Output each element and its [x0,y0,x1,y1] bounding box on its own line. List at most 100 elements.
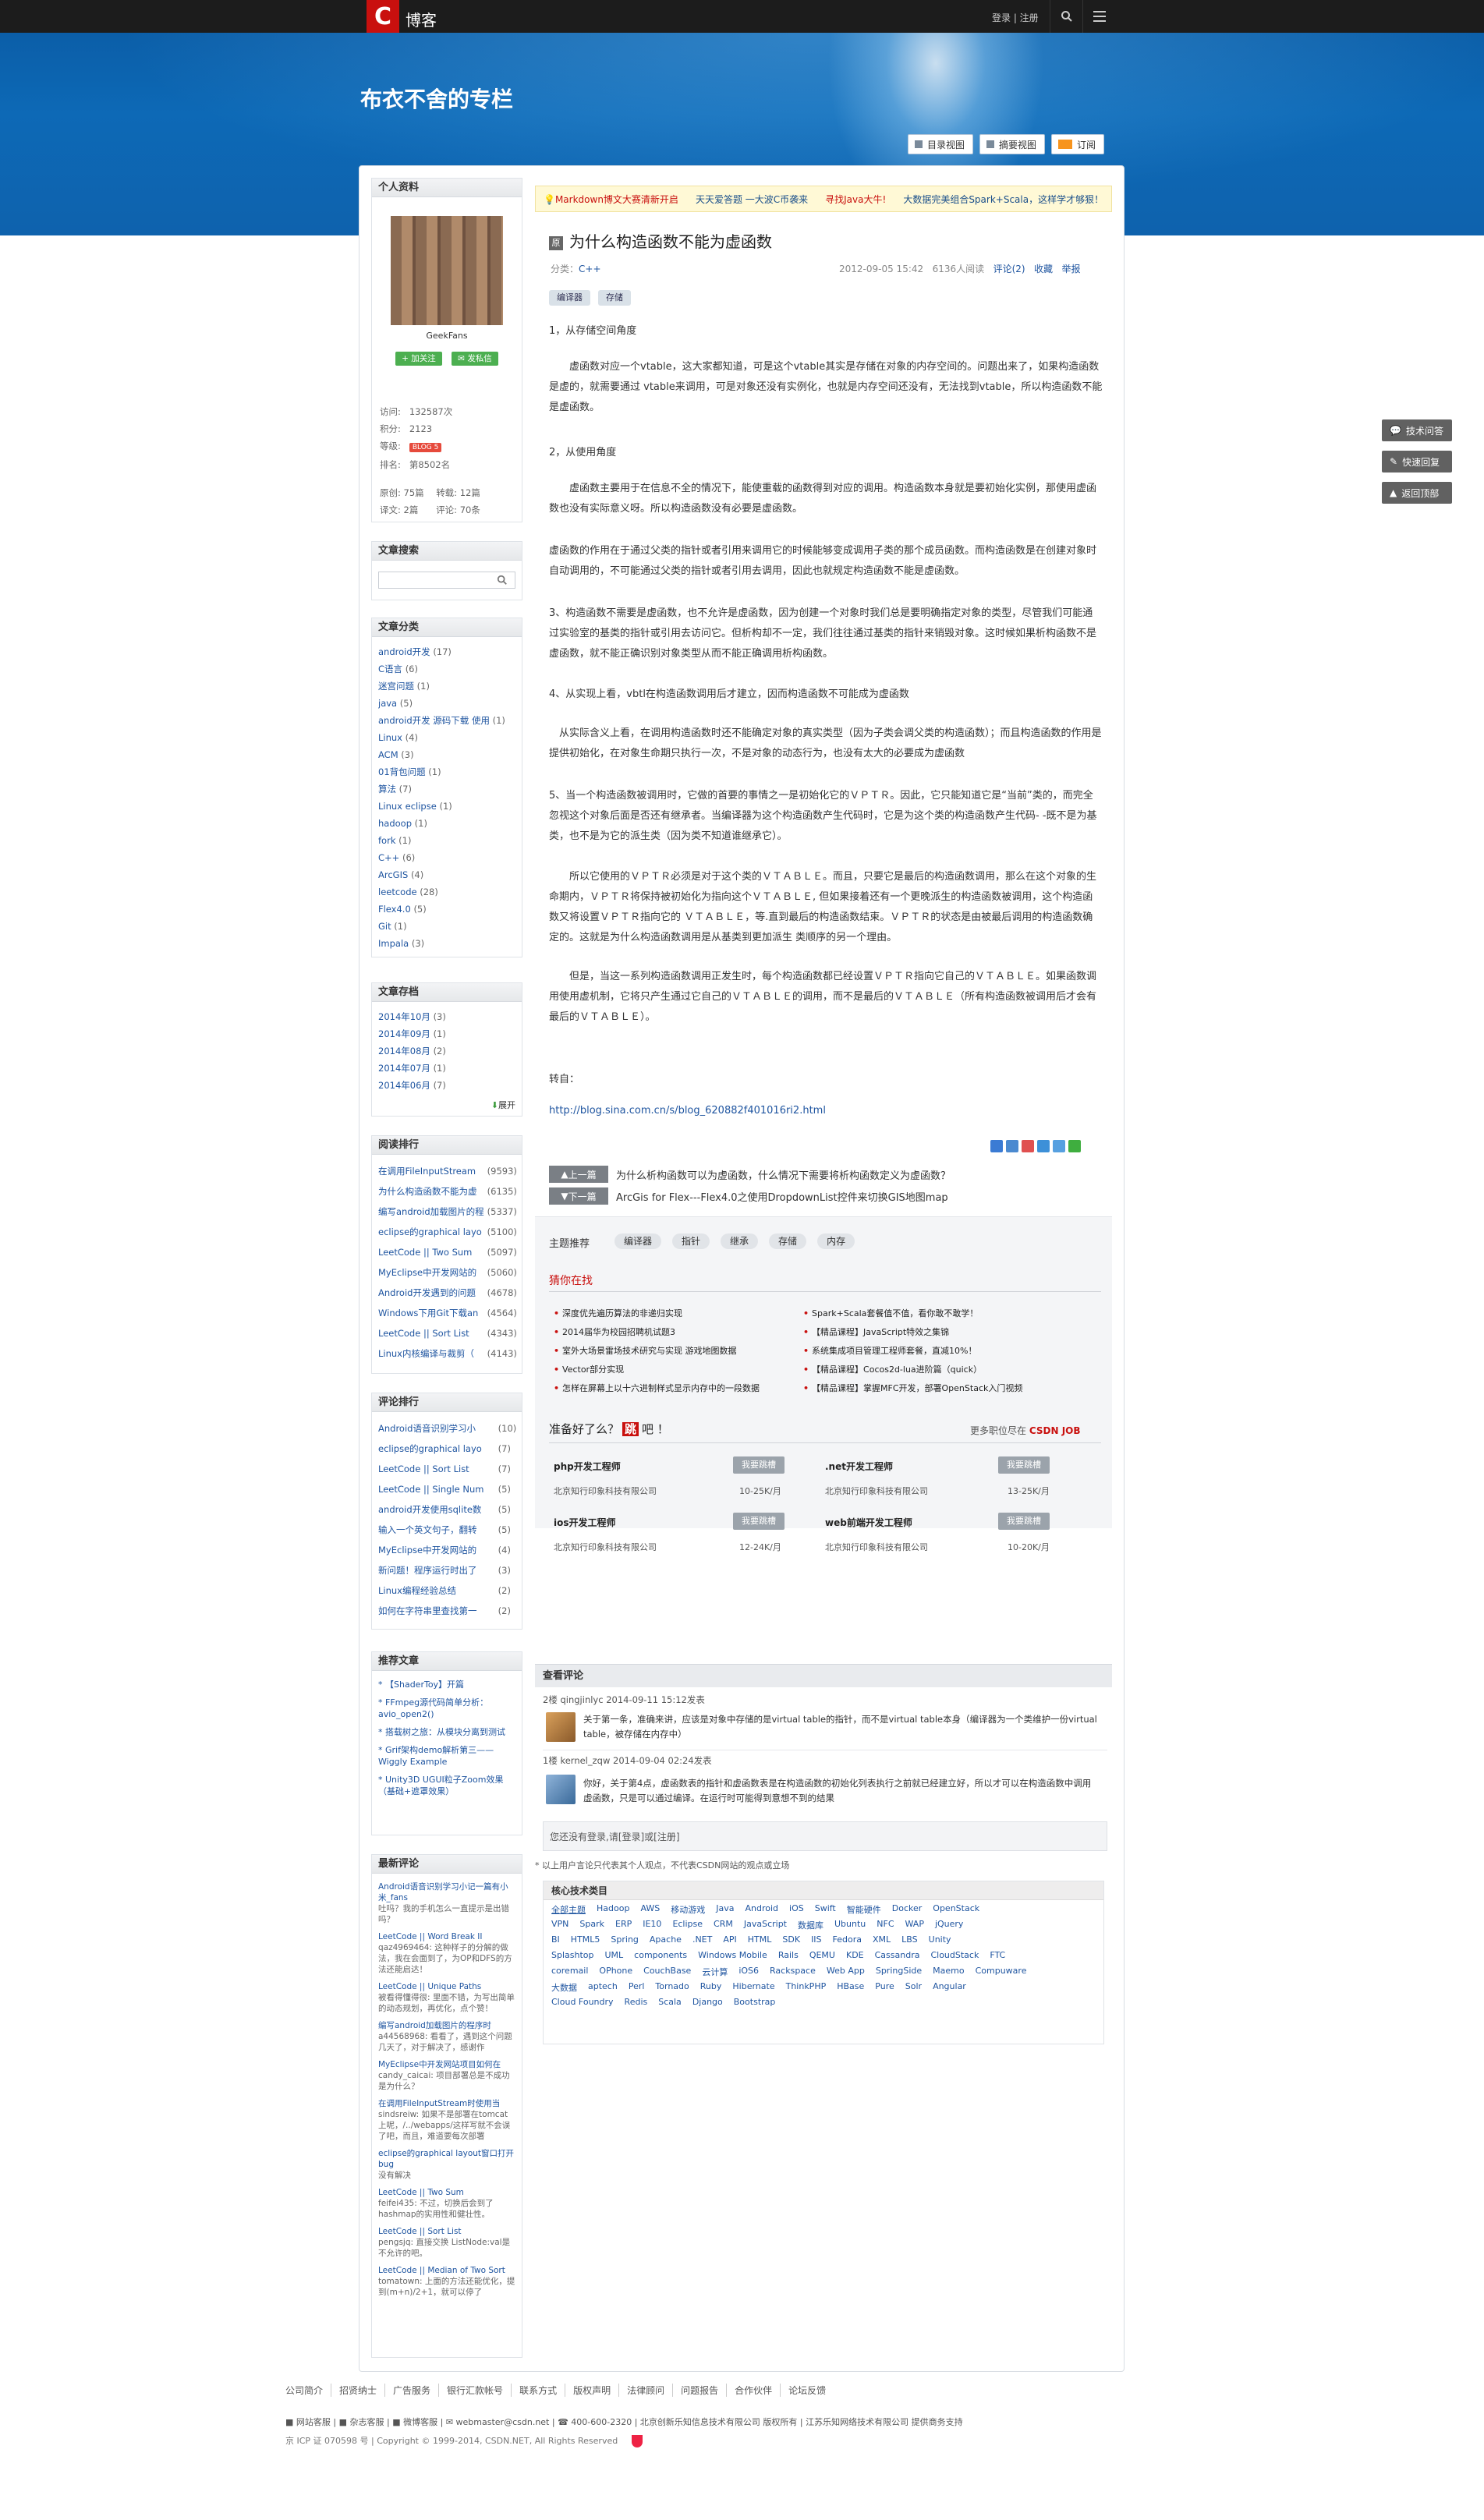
tech-keyword[interactable]: IE10 [643,1919,661,1929]
footer-link[interactable]: 公司简介 [285,2384,332,2397]
tech-keyword[interactable]: OPhone [599,1966,632,1976]
archive-item[interactable]: 2014年08月 (2) [378,1042,519,1060]
guess-item[interactable]: • Vector部分实现 [554,1363,624,1375]
top-read-item[interactable]: MyEclipse中开发网站的 (5060) [378,1262,519,1283]
category-item[interactable]: leetcode (28) [378,883,519,901]
tech-keyword[interactable]: CouchBase [643,1966,691,1976]
tech-keyword[interactable]: iOS [789,1903,804,1913]
tech-keyword[interactable]: Hibernate [732,1981,774,1991]
guess-item[interactable]: • 深度优先遍历算法的非递归实现 [554,1307,682,1319]
tech-keyword[interactable]: .NET [692,1934,712,1945]
tech-keyword[interactable]: ERP [615,1919,632,1929]
recent-comment-item[interactable]: LeetCode || Unique Paths 被看得懂得很: 里面不错，为写出… [378,1981,515,2014]
archive-item[interactable]: 2014年09月 (1) [378,1025,519,1042]
category-item[interactable]: android开发 (17) [378,643,519,660]
login-prompt[interactable]: 您还没有登录,请[登录]或[注册] [543,1821,1107,1851]
commenter-avatar[interactable] [546,1775,576,1804]
tech-keyword[interactable]: Spring [611,1934,639,1945]
top-read-item[interactable]: Windows下用Git下载an (4564) [378,1303,519,1323]
tech-keyword[interactable]: Rails [778,1950,799,1960]
job-title[interactable]: web前端开发工程师 [825,1516,912,1529]
recent-comment-item[interactable]: LeetCode || Median of Two Sort tomatown: … [378,2265,515,2298]
apply-button[interactable]: 我要跳槽 [733,1513,785,1530]
category-item[interactable]: java (5) [378,695,519,712]
category-item[interactable]: 01背包问题 (1) [378,763,519,780]
top-read-item[interactable]: Linux内核编译与裁剪（ (4143) [378,1343,519,1364]
guess-item[interactable]: • 【精品课程】Cocos2d-lua进阶篇（quick） [803,1363,982,1375]
apply-button[interactable]: 我要跳槽 [998,1513,1050,1530]
recent-comment-item[interactable]: LeetCode || Sort List pengsjq: 直接交换 ListN… [378,2226,515,2259]
tech-keyword[interactable]: Ubuntu [834,1919,866,1929]
blog-brand-label[interactable]: 博客 [406,8,437,30]
tech-keyword[interactable]: Perl [629,1981,645,1991]
tech-keyword[interactable]: Angular [933,1981,966,1991]
tech-keyword[interactable]: Hadoop [597,1903,629,1913]
more-jobs-link[interactable]: 更多职位尽在 CSDN JOB [970,1424,1081,1437]
footer-link[interactable]: 银行汇款帐号 [439,2384,512,2397]
commenter-avatar[interactable] [546,1712,576,1742]
tech-keyword[interactable]: Eclipse [672,1919,703,1929]
share-icon[interactable] [1006,1140,1018,1152]
tech-keyword[interactable]: BI [551,1934,560,1945]
weibo-icon[interactable] [1022,1140,1034,1152]
support-link[interactable]: ■ 网站客服 [285,2417,331,2427]
tech-keyword[interactable]: 移动游戏 [671,1903,705,1916]
magazine-link[interactable]: ■ 杂志客服 [339,2417,384,2427]
topic-chip[interactable]: 存储 [769,1233,807,1249]
tech-keyword[interactable]: Tornado [655,1981,689,1991]
login-register-links[interactable]: 登录 | 注册 [992,11,1039,24]
category-item[interactable]: Git (1) [378,918,519,935]
wechat-icon[interactable] [1068,1140,1081,1152]
top-comment-item[interactable]: MyEclipse中开发网站的 (4) [378,1540,519,1560]
top-read-item[interactable]: eclipse的graphical layo (5100) [378,1222,519,1242]
topic-chip[interactable]: 编译器 [614,1233,662,1249]
tech-keyword[interactable]: Bootstrap [734,1997,776,2007]
tech-keyword[interactable]: Rackspace [770,1966,816,1976]
top-read-item[interactable]: LeetCode || Two Sum (5097) [378,1242,519,1262]
category-item[interactable]: 迷宫问题 (1) [378,678,519,695]
username[interactable]: GeekFans [372,331,522,341]
tech-keyword[interactable]: iOS6 [738,1966,759,1976]
recent-comment-item[interactable]: MyEclipse中开发网站项目如何在 candy_caicai: 项目部署总是不… [378,2059,515,2092]
guess-item[interactable]: • 怎样在屏幕上以十六进制样式显示内存中的一段数据 [554,1382,760,1394]
footer-link[interactable]: 法律顾问 [619,2384,674,2397]
archive-item[interactable]: 2014年07月 (1) [378,1060,519,1077]
tech-keyword[interactable]: Redis [625,1997,648,2007]
rss-button[interactable]: 订阅 [1051,134,1105,154]
tech-keyword[interactable]: OpenStack [933,1903,979,1913]
tech-keyword[interactable]: Scala [658,1997,682,2007]
tech-keyword[interactable]: coremail [551,1966,588,1976]
footer-link[interactable]: 合作伙伴 [727,2384,781,2397]
blog-title[interactable]: 布衣不舍的专栏 [360,83,513,114]
guess-item[interactable]: • Spark+Scala套餐值不值，看你敢不敢学！ [803,1307,978,1319]
tech-keyword[interactable]: Swift [815,1903,836,1913]
recent-comment-item[interactable]: 在调用FileInputStream时使用当 sindsreiw: 如果不是部署在… [378,2098,515,2142]
tag-chip[interactable]: 编译器 [549,290,590,306]
tech-keyword[interactable]: components [634,1950,687,1960]
topic-chip[interactable]: 内存 [817,1233,855,1249]
category-item[interactable]: fork (1) [378,832,519,849]
category-item[interactable]: ACM (3) [378,746,519,763]
guess-item[interactable]: • 2014届华为校园招聘机试题3 [554,1325,675,1338]
top-comment-item[interactable]: LeetCode || Single Num (5) [378,1479,519,1499]
top-read-item[interactable]: Android开发遇到的问题 (4678) [378,1283,519,1303]
tech-keyword[interactable]: Cloud Foundry [551,1997,614,2007]
tech-keyword[interactable]: Fedora [833,1934,862,1945]
source-link[interactable]: http://blog.sina.com.cn/s/blog_620882f40… [549,1101,1103,1121]
tech-keyword[interactable]: NFC [877,1919,894,1929]
promo-link[interactable]: 大数据完美组合Spark+Scala，这样学才够狠！ [903,193,1103,206]
avatar[interactable] [391,216,503,325]
category-item[interactable]: ArcGIS (4) [378,866,519,883]
tech-keyword[interactable]: Solr [905,1981,922,1991]
category-item[interactable]: android开发 源码下载 使用 (1) [378,712,519,729]
tech-keyword[interactable]: AWS [640,1903,660,1913]
tech-keyword[interactable]: UML [605,1950,624,1960]
top-comment-item[interactable]: Linux编程经验总结 (2) [378,1580,519,1601]
tech-keyword[interactable]: Cassandra [875,1950,920,1960]
menu-icon[interactable] [1082,0,1115,33]
tech-keyword[interactable]: Django [692,1997,723,2007]
tech-keyword[interactable]: Android [745,1903,778,1913]
recent-comment-item[interactable]: LeetCode || Two Sum feifei435: 不过，切换后会到了h… [378,2187,515,2220]
tech-keyword[interactable]: HTML5 [571,1934,600,1945]
summary-view-button[interactable]: 摘要视图 [979,134,1046,154]
